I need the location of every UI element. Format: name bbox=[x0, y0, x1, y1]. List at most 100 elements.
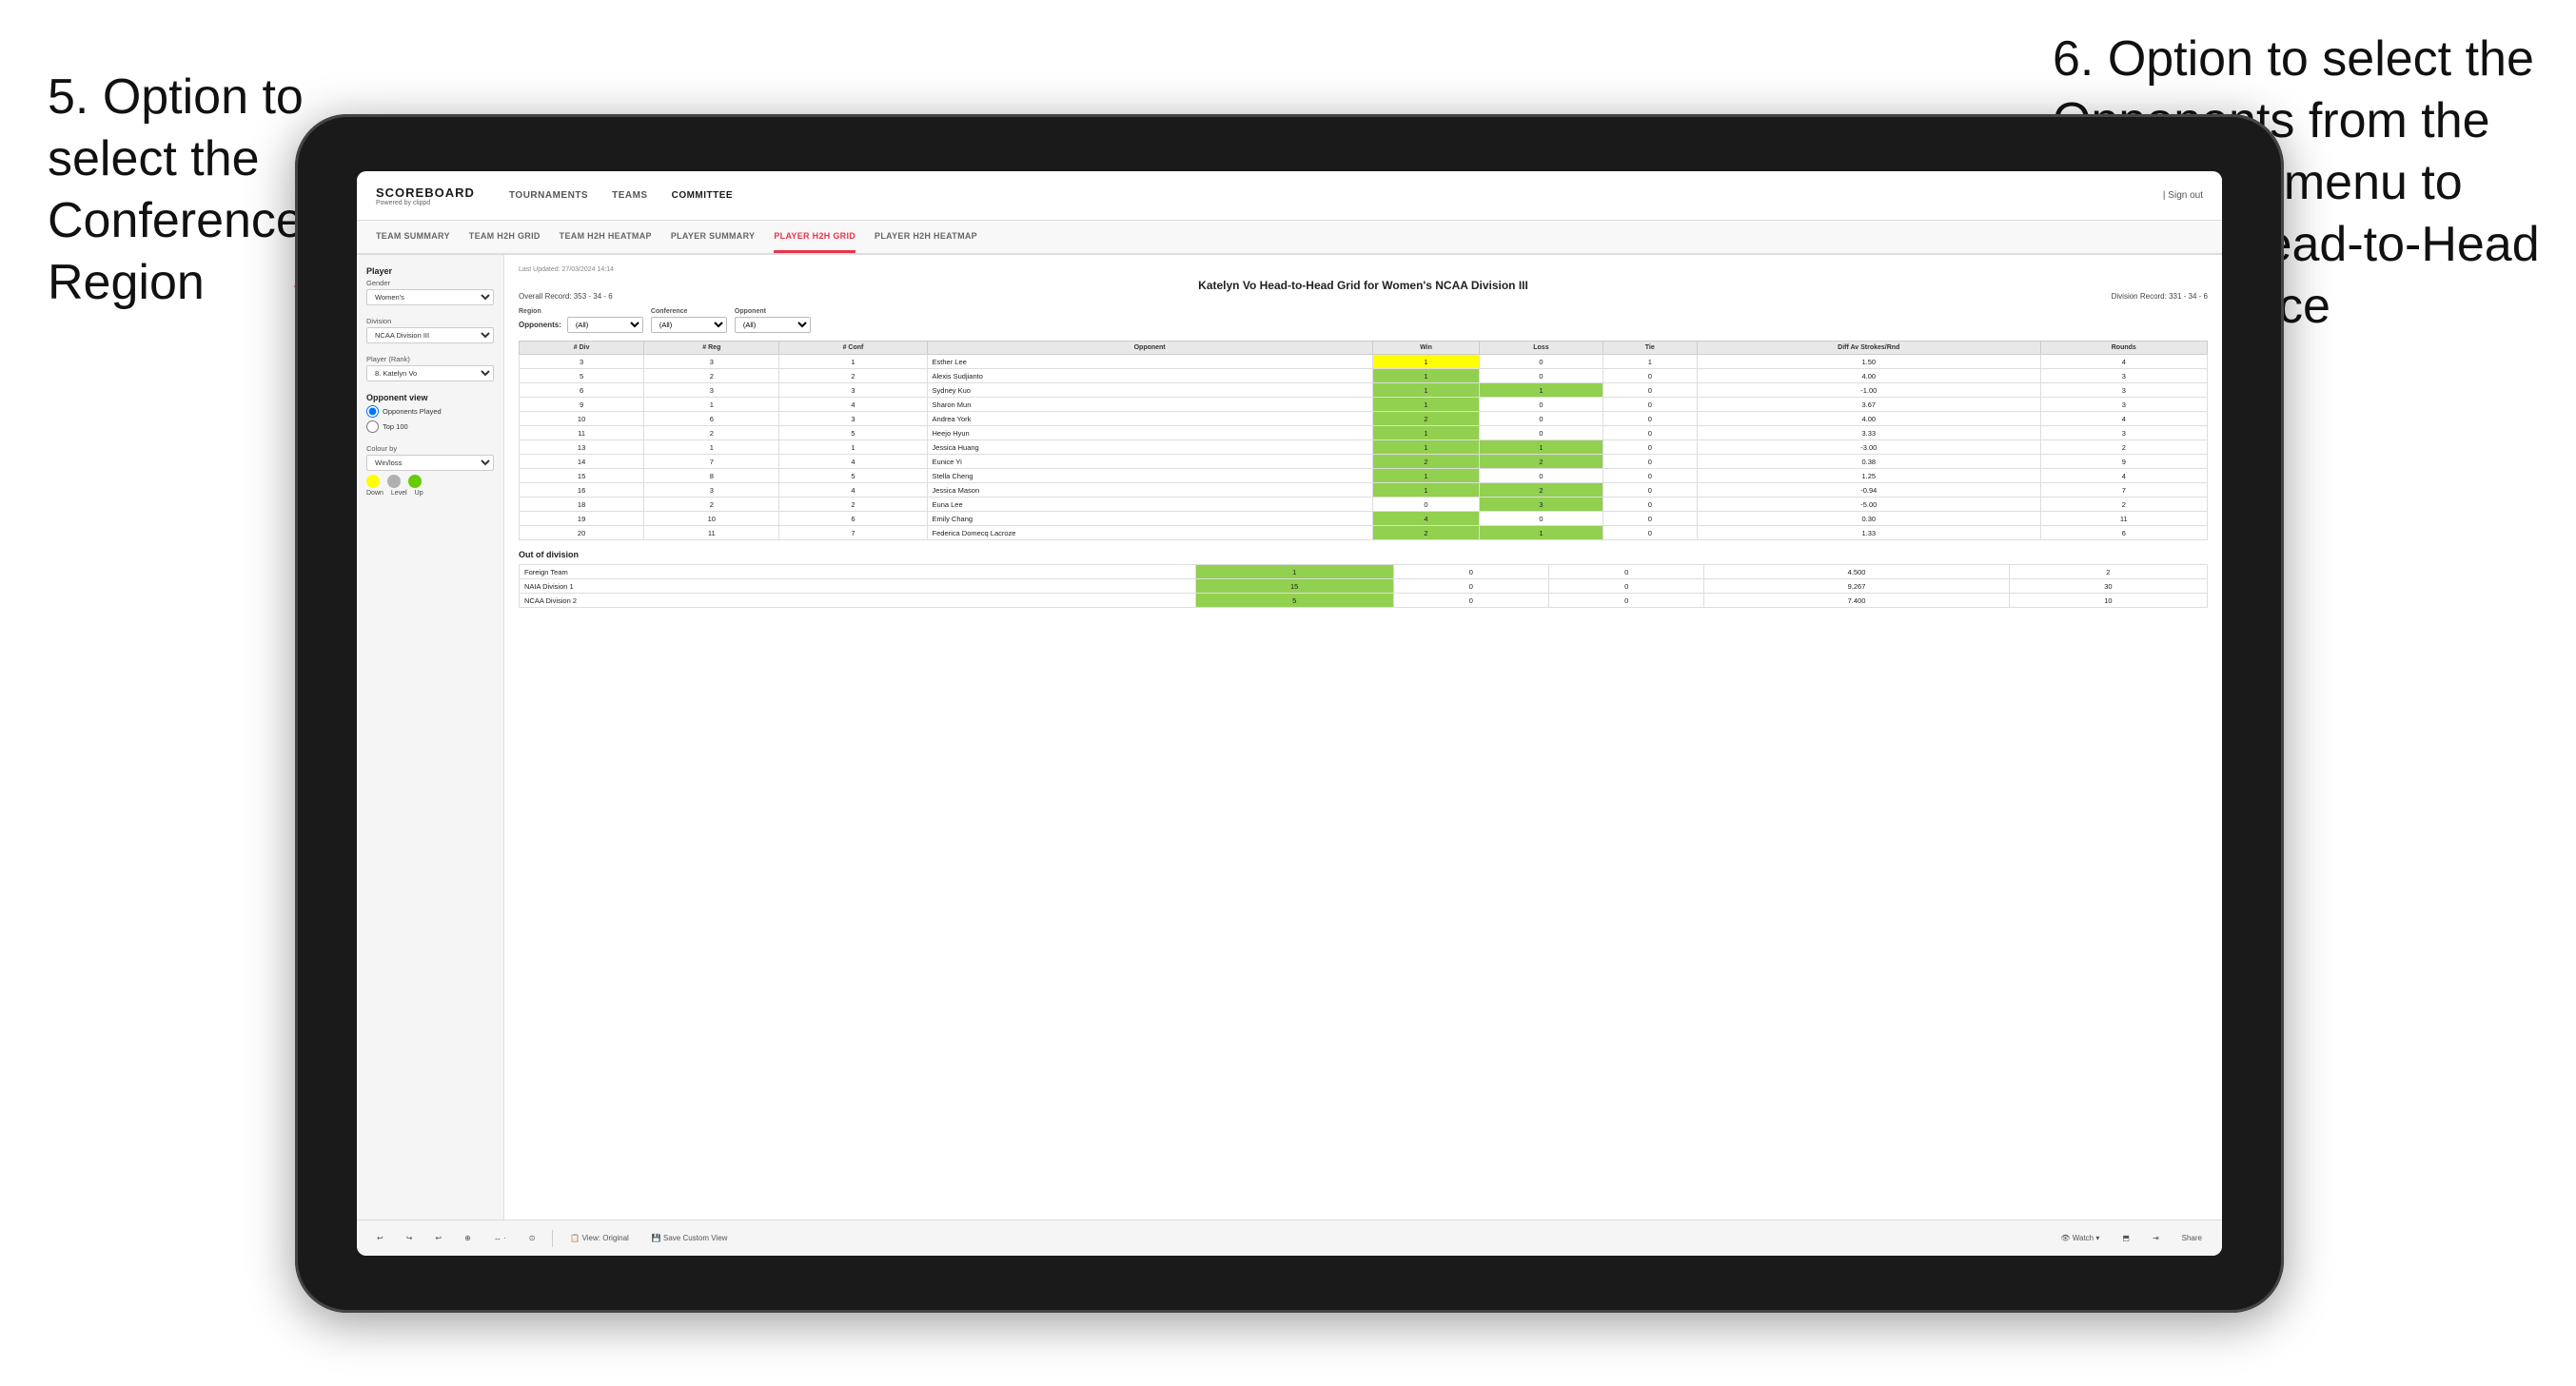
cell-tie: 0 bbox=[1603, 440, 1697, 455]
toolbar-redo1[interactable]: ↪ bbox=[401, 1231, 419, 1245]
cell-loss: 0 bbox=[1480, 426, 1603, 440]
top-nav: SCOREBOARD Powered by clippd TOURNAMENTS… bbox=[357, 171, 2222, 221]
ood-win: 15 bbox=[1195, 579, 1393, 594]
cell-conf: 5 bbox=[779, 426, 927, 440]
cell-div: 15 bbox=[520, 469, 644, 483]
cell-diff: 3.67 bbox=[1697, 398, 2040, 412]
toolbar-export[interactable]: ⇥ bbox=[2147, 1231, 2165, 1245]
toolbar-layout[interactable]: ⬒ bbox=[2116, 1231, 2135, 1245]
filter-conference-select[interactable]: (All) bbox=[651, 317, 727, 333]
colour-down bbox=[366, 475, 380, 488]
sidebar-player-title: Player bbox=[366, 266, 494, 276]
toolbar-undo[interactable]: ↩ bbox=[371, 1231, 389, 1245]
cell-win: 2 bbox=[1372, 526, 1480, 540]
sub-nav-player-h2h-grid[interactable]: PLAYER H2H GRID bbox=[774, 221, 855, 253]
sidebar-radio-opponents-played[interactable]: Opponents Played bbox=[366, 405, 494, 418]
filter-opponent-select[interactable]: (All) bbox=[735, 317, 811, 333]
sidebar-player-rank-label: Player (Rank) bbox=[366, 355, 494, 363]
toolbar-watch[interactable]: 👁 Watch ▾ bbox=[2055, 1231, 2105, 1245]
sidebar-gender-select[interactable]: Women's bbox=[366, 289, 494, 305]
toolbar-share[interactable]: Share bbox=[2176, 1231, 2208, 1245]
out-of-division-table: Foreign Team 1 0 0 4.500 2 NAIA Division… bbox=[519, 564, 2208, 608]
th-win: Win bbox=[1372, 342, 1480, 355]
toolbar-target[interactable]: ⊙ bbox=[523, 1231, 541, 1245]
cell-reg: 1 bbox=[644, 440, 779, 455]
cell-win: 1 bbox=[1372, 398, 1480, 412]
cell-tie: 0 bbox=[1603, 412, 1697, 426]
th-loss: Loss bbox=[1480, 342, 1603, 355]
sidebar-radio-group: Opponents Played Top 100 bbox=[366, 405, 494, 433]
cell-tie: 0 bbox=[1603, 398, 1697, 412]
logo-sub: Powered by clippd bbox=[376, 200, 481, 206]
nav-teams[interactable]: TEAMS bbox=[612, 190, 648, 201]
cell-reg: 3 bbox=[644, 483, 779, 498]
cell-loss: 1 bbox=[1480, 383, 1603, 398]
cell-opponent: Federica Domecq Lacroze bbox=[927, 526, 1372, 540]
last-updated: Last Updated: 27/03/2024 14:14 bbox=[519, 266, 614, 273]
table-row: 19 10 6 Emily Chang 4 0 0 0.30 11 bbox=[520, 512, 2208, 526]
cell-win: 2 bbox=[1372, 412, 1480, 426]
sidebar-radio-top100[interactable]: Top 100 bbox=[366, 420, 494, 433]
nav-signin[interactable]: | Sign out bbox=[2163, 190, 2203, 201]
cell-conf: 5 bbox=[779, 469, 927, 483]
cell-conf: 2 bbox=[779, 369, 927, 383]
cell-rounds: 3 bbox=[2040, 426, 2207, 440]
nav-committee[interactable]: COMMITTEE bbox=[672, 190, 734, 201]
sidebar-player-rank-select[interactable]: 8. Katelyn Vo bbox=[366, 365, 494, 381]
toolbar-view-original[interactable]: 📋 View: Original bbox=[564, 1231, 634, 1245]
cell-conf: 4 bbox=[779, 398, 927, 412]
data-table: # Div # Reg # Conf Opponent Win Loss Tie… bbox=[519, 341, 2208, 540]
cell-reg: 3 bbox=[644, 355, 779, 369]
filter-opponents-select[interactable]: (All) bbox=[567, 317, 643, 333]
nav-tournaments[interactable]: TOURNAMENTS bbox=[509, 190, 588, 201]
cell-diff: 1.33 bbox=[1697, 526, 2040, 540]
sub-nav: TEAM SUMMARY TEAM H2H GRID TEAM H2H HEAT… bbox=[357, 221, 2222, 255]
toolbar-add[interactable]: ⊕ bbox=[459, 1231, 477, 1245]
th-diff: Diff Av Strokes/Rnd bbox=[1697, 342, 2040, 355]
toolbar-move[interactable]: ↔ · bbox=[488, 1231, 512, 1245]
toolbar-undo2[interactable]: ↩ bbox=[429, 1231, 447, 1245]
th-reg: # Reg bbox=[644, 342, 779, 355]
sub-nav-team-summary[interactable]: TEAM SUMMARY bbox=[376, 221, 450, 253]
cell-diff: 3.33 bbox=[1697, 426, 2040, 440]
cell-conf: 3 bbox=[779, 383, 927, 398]
toolbar-save-custom[interactable]: 💾 Save Custom View bbox=[646, 1231, 734, 1245]
cell-reg: 2 bbox=[644, 369, 779, 383]
filter-region-group: Region Opponents: (All) bbox=[519, 308, 643, 333]
cell-div: 5 bbox=[520, 369, 644, 383]
ood-tie: 0 bbox=[1549, 565, 1704, 579]
cell-rounds: 2 bbox=[2040, 498, 2207, 512]
overall-record: Overall Record: 353 - 34 - 6 bbox=[519, 292, 613, 301]
cell-diff: 4.00 bbox=[1697, 412, 2040, 426]
colour-label-level: Level bbox=[391, 490, 407, 497]
cell-reg: 6 bbox=[644, 412, 779, 426]
cell-win: 2 bbox=[1372, 455, 1480, 469]
ood-rounds: 10 bbox=[2009, 594, 2207, 608]
sub-nav-player-summary[interactable]: PLAYER SUMMARY bbox=[671, 221, 756, 253]
sub-nav-team-h2h-grid[interactable]: TEAM H2H GRID bbox=[469, 221, 541, 253]
data-area: Last Updated: 27/03/2024 14:14 Katelyn V… bbox=[504, 255, 2222, 1220]
ood-win: 1 bbox=[1195, 565, 1393, 579]
logo-text: SCOREBOARD bbox=[376, 185, 481, 200]
sidebar-colour-by-select[interactable]: Win/loss bbox=[366, 455, 494, 471]
cell-div: 6 bbox=[520, 383, 644, 398]
sub-nav-player-h2h-heatmap[interactable]: PLAYER H2H HEATMAP bbox=[875, 221, 977, 253]
cell-conf: 7 bbox=[779, 526, 927, 540]
filter-opponent-label: Opponent bbox=[735, 308, 811, 315]
ood-tie: 0 bbox=[1549, 579, 1704, 594]
cell-opponent: Eunice Yi bbox=[927, 455, 1372, 469]
cell-loss: 0 bbox=[1480, 398, 1603, 412]
cell-win: 1 bbox=[1372, 440, 1480, 455]
cell-loss: 2 bbox=[1480, 483, 1603, 498]
ood-loss: 0 bbox=[1393, 579, 1548, 594]
sidebar-division-select[interactable]: NCAA Division III bbox=[366, 327, 494, 343]
ood-opponent: NAIA Division 1 bbox=[520, 579, 1196, 594]
table-row: 16 3 4 Jessica Mason 1 2 0 -0.94 7 bbox=[520, 483, 2208, 498]
cell-opponent: Sharon Mun bbox=[927, 398, 1372, 412]
cell-win: 1 bbox=[1372, 383, 1480, 398]
sub-nav-team-h2h-heatmap[interactable]: TEAM H2H HEATMAP bbox=[560, 221, 652, 253]
ood-diff: 4.500 bbox=[1704, 565, 2009, 579]
out-of-division-row: NCAA Division 2 5 0 0 7.400 10 bbox=[520, 594, 2208, 608]
cell-tie: 0 bbox=[1603, 426, 1697, 440]
division-record: Division Record: 331 - 34 - 6 bbox=[2112, 292, 2208, 301]
